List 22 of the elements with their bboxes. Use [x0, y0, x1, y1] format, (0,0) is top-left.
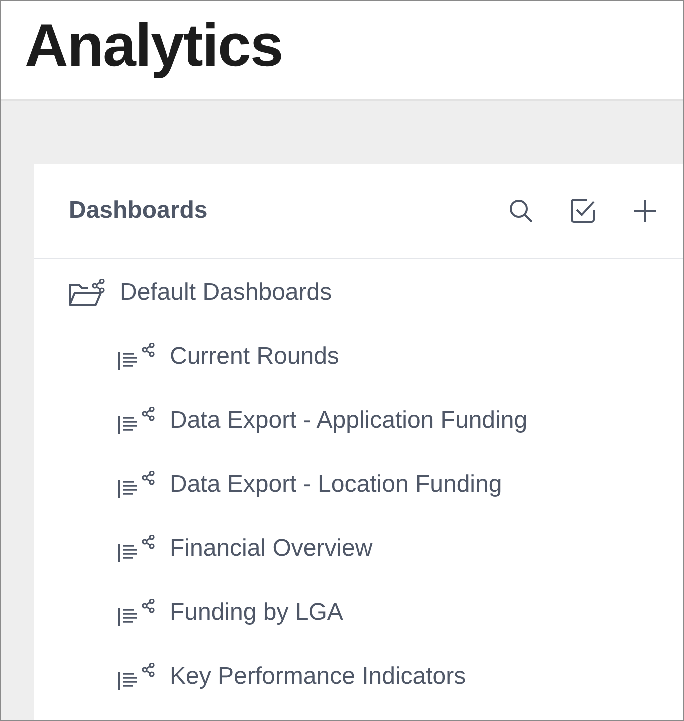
shared-folder-icon [68, 279, 106, 307]
dashboard-link[interactable]: Data Export - Application Funding [170, 407, 528, 435]
dashboard-link[interactable]: Key Performance Indicators [170, 663, 466, 691]
dashboard-link[interactable]: Financial Overview [170, 535, 373, 563]
shared-list-icon [116, 535, 156, 563]
select-button[interactable] [569, 197, 597, 225]
search-button[interactable] [507, 197, 535, 225]
shared-list-icon [116, 343, 156, 371]
shared-list-icon [116, 471, 156, 499]
dashboard-link[interactable]: Current Rounds [170, 343, 340, 371]
add-button[interactable] [631, 197, 659, 225]
search-icon [508, 198, 534, 224]
checkbox-icon [570, 198, 596, 224]
plus-icon [633, 199, 657, 223]
folder-label[interactable]: Default Dashboards [120, 279, 332, 307]
page-title: Analytics [25, 11, 283, 81]
dashboard-link[interactable]: Funding by LGA [170, 599, 344, 627]
panel-title: Dashboards [69, 197, 209, 225]
dashboard-link[interactable]: Data Export - Location Funding [170, 471, 502, 499]
shared-list-icon [116, 407, 156, 435]
shared-list-icon [116, 599, 156, 627]
shared-list-icon [116, 663, 156, 691]
